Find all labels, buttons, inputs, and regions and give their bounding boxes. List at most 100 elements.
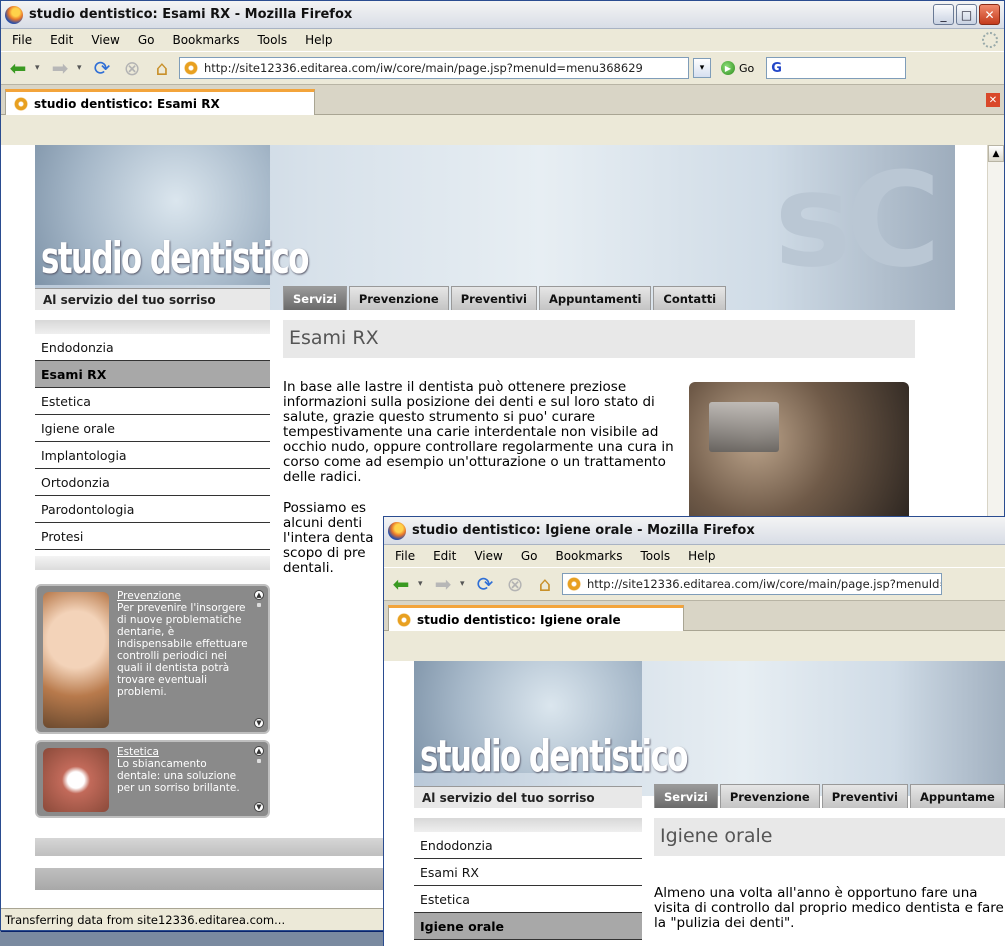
tab-igiene-orale[interactable]: studio dentistico: Igiene orale [388,605,684,631]
nav-tab-prevenzione[interactable]: Prevenzione [348,286,449,310]
promo-text: Prevenzione Per prevenire l'insorgere di… [117,590,250,698]
url-dropdown-button[interactable]: ▾ [693,58,711,78]
menu-view[interactable]: View [465,549,511,563]
throbber-icon [982,32,998,48]
tab-esami-rx[interactable]: studio dentistico: Esami RX [5,89,315,115]
scroll-down-icon[interactable]: ▼ [254,802,264,812]
menu-tools[interactable]: Tools [249,33,297,47]
close-tab-icon[interactable]: ✕ [986,93,1000,107]
body-paragraph: In base alle lastre il dentista può otte… [283,379,674,485]
menu-go[interactable]: Go [512,549,547,563]
sidebar-item-endodonzia[interactable]: Endodonzia [414,832,642,859]
maximize-button[interactable]: □ [956,4,977,25]
menu-bookmarks[interactable]: Bookmarks [163,33,248,47]
site-nav-tabs: Servizi Prevenzione Preventivi Appuntame… [283,286,728,310]
site-tagline: Al servizio del tuo sorriso [414,786,642,808]
url-input[interactable]: http://site12336.editarea.com/iw/core/ma… [562,573,942,595]
nav-tab-appuntamenti[interactable]: Appuntamenti [539,286,652,310]
menu-go[interactable]: Go [129,33,164,47]
forward-arrow-icon[interactable]: ➡ [430,571,456,597]
sidebar-item-esami-rx[interactable]: Esami RX [414,859,642,886]
sidebar-item-estetica[interactable]: Estetica [35,388,270,415]
page-content: studio dentistico Al servizio del tuo so… [384,661,1005,946]
url-text: http://site12336.editarea.com/iw/core/ma… [587,577,942,591]
sidebar-item-esami-rx[interactable]: Esami RX [35,361,270,388]
sidebar-item-igiene-orale[interactable]: Igiene orale [414,913,642,940]
dentist-xray-photo [689,382,909,522]
nav-tab-contatti[interactable]: Contatti [653,286,727,310]
nav-tab-servizi[interactable]: Servizi [283,286,347,310]
scroll-up-icon[interactable]: ▲ [254,746,264,756]
back-arrow-icon[interactable]: ⬅ [5,55,31,81]
nav-tab-preventivi[interactable]: Preventivi [450,286,537,310]
scroll-up-icon[interactable]: ▲ [254,590,264,600]
site-favicon-icon [567,577,581,591]
stop-icon[interactable]: ⊗ [502,571,528,597]
menu-help[interactable]: Help [296,33,341,47]
site-logo: studio dentistico [41,233,309,284]
body-paragraph-2: Possiamo es alcuni denti l'intera denta … [283,500,374,576]
page-title: Igiene orale [654,818,1005,856]
page-title: Esami RX [283,320,915,358]
forward-arrow-icon[interactable]: ➡ [47,55,73,81]
menu-bookmarks[interactable]: Bookmarks [546,549,631,563]
stop-icon[interactable]: ⊗ [119,55,145,81]
sidebar-item-parodontologia[interactable]: Parodontologia [35,496,270,523]
promo-body: Lo sbiancamento dentale: una soluzione p… [117,758,240,794]
back-dropdown-icon[interactable]: ▾ [35,63,43,73]
promo-scrollbar[interactable]: ▲ ▼ [254,590,264,728]
menu-view[interactable]: View [82,33,128,47]
title-bar[interactable]: studio dentistico: Igiene orale - Mozill… [384,517,1005,545]
url-input[interactable]: http://site12336.editarea.com/iw/core/ma… [179,57,689,79]
reload-icon[interactable]: ⟳ [89,55,115,81]
tab-label: studio dentistico: Igiene orale [417,612,621,627]
minimize-button[interactable]: _ [933,4,954,25]
forward-dropdown-icon[interactable]: ▾ [77,63,85,73]
promo-box-estetica: Estetica Lo sbiancamento dentale: una so… [35,740,270,818]
go-button[interactable]: ▶ Go [721,61,754,75]
nav-tab-appuntamenti[interactable]: Appuntame [910,784,1005,808]
sidebar-item-ortodonzia[interactable]: Ortodonzia [35,469,270,496]
home-icon[interactable]: ⌂ [532,571,558,597]
firefox-icon [388,521,406,540]
sidebar-footer [35,556,270,570]
sidebar-item-protesi[interactable]: Protesi [35,523,270,550]
scroll-down-icon[interactable]: ▼ [254,718,264,728]
nav-tab-preventivi[interactable]: Preventivi [821,784,908,808]
promo-link-estetica[interactable]: Estetica [117,746,250,758]
go-icon: ▶ [721,61,735,75]
site-nav-tabs: Servizi Prevenzione Preventivi Appuntame [654,784,1005,808]
back-arrow-icon[interactable]: ⬅ [388,571,414,597]
reload-icon[interactable]: ⟳ [472,571,498,597]
promo-scrollbar[interactable]: ▲ ▼ [254,746,264,812]
menu-edit[interactable]: Edit [41,33,82,47]
title-bar[interactable]: studio dentistico: Esami RX - Mozilla Fi… [1,1,1004,29]
menu-edit[interactable]: Edit [424,549,465,563]
nav-tab-servizi[interactable]: Servizi [654,784,718,808]
promo-link-prevenzione[interactable]: Prevenzione [117,590,250,602]
forward-dropdown-icon[interactable]: ▾ [460,579,468,589]
scroll-up-icon[interactable]: ▲ [988,145,1004,162]
tab-favicon-icon [397,612,411,627]
sidebar-item-implantologia[interactable]: Implantologia [35,442,270,469]
sidebar-item-igiene-orale[interactable]: Igiene orale [35,415,270,442]
tab-strip: studio dentistico: Esami RX ✕ [1,85,1004,115]
banner-letters: sC [774,145,941,296]
tab-label: studio dentistico: Esami RX [34,96,220,111]
menu-tools[interactable]: Tools [632,549,680,563]
menu-file[interactable]: File [386,549,424,563]
teeth-smile-image [43,748,109,812]
google-search-input[interactable]: G [766,57,907,79]
close-button[interactable]: ✕ [979,4,1000,25]
navigation-toolbar: ⬅ ▾ ➡ ▾ ⟳ ⊗ ⌂ http://site12336.editarea.… [384,567,1005,601]
home-icon[interactable]: ⌂ [149,55,175,81]
menu-help[interactable]: Help [679,549,724,563]
menu-file[interactable]: File [3,33,41,47]
body-paragraph: Almeno una volta all'anno è opportuno fa… [654,885,1004,931]
sidebar-header [414,818,642,832]
back-dropdown-icon[interactable]: ▾ [418,579,426,589]
services-sidebar: Endodonzia Esami RX Estetica Igiene oral… [414,818,642,940]
sidebar-item-endodonzia[interactable]: Endodonzia [35,334,270,361]
sidebar-item-estetica[interactable]: Estetica [414,886,642,913]
nav-tab-prevenzione[interactable]: Prevenzione [719,784,820,808]
